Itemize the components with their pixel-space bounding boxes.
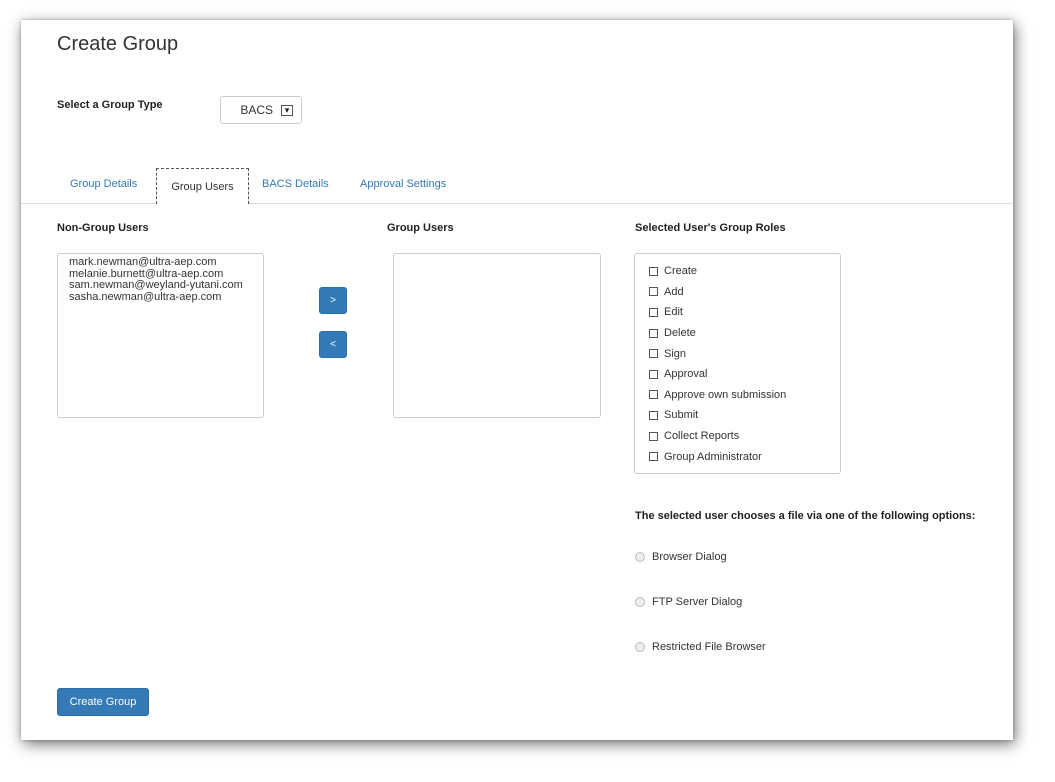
checkbox[interactable]: [649, 369, 658, 379]
group-users-list[interactable]: [393, 253, 601, 418]
group-roles-heading: Selected User's Group Roles: [635, 222, 786, 234]
group-users-heading: Group Users: [387, 222, 454, 234]
checkbox[interactable]: [649, 307, 658, 317]
role-label: Edit: [664, 306, 683, 319]
tab-bacs-details[interactable]: BACS Details: [262, 178, 329, 190]
role-submit[interactable]: Submit: [649, 405, 840, 426]
add-to-group-button[interactable]: >: [319, 287, 347, 314]
checkbox[interactable]: [649, 431, 658, 441]
list-item[interactable]: sasha.newman@ultra-aep.com: [69, 291, 263, 304]
tab-group-details[interactable]: Group Details: [70, 178, 137, 190]
role-add[interactable]: Add: [649, 282, 840, 303]
role-label: Approval: [664, 368, 708, 381]
non-group-users-heading: Non-Group Users: [57, 222, 149, 234]
remove-from-group-button[interactable]: <: [319, 331, 347, 358]
role-group-administrator[interactable]: Group Administrator: [649, 446, 840, 467]
radio-button[interactable]: [635, 552, 645, 562]
file-options-heading: The selected user chooses a file via one…: [635, 510, 976, 522]
list-item[interactable]: sam.newman@weyland-yutani.com: [69, 279, 263, 292]
checkbox[interactable]: [649, 452, 658, 462]
group-type-value: BACS: [240, 103, 273, 117]
chevron-down-icon[interactable]: ▾: [281, 104, 293, 116]
role-sign[interactable]: Sign: [649, 343, 840, 364]
option-label: Browser Dialog: [652, 551, 727, 563]
checkbox[interactable]: [649, 349, 658, 359]
role-create[interactable]: Create: [649, 261, 840, 282]
option-label: FTP Server Dialog: [652, 596, 743, 608]
option-label: Restricted File Browser: [652, 641, 766, 653]
list-item[interactable]: mark.newman@ultra-aep.com: [69, 256, 263, 269]
tab-approval-settings[interactable]: Approval Settings: [360, 178, 446, 190]
role-label: Sign: [664, 347, 687, 360]
checkbox[interactable]: [649, 410, 658, 420]
option-ftp-server-dialog[interactable]: FTP Server Dialog: [635, 596, 742, 608]
role-label: Create: [664, 265, 698, 278]
role-label: Submit: [664, 409, 699, 422]
role-label: Add: [664, 285, 684, 298]
radio-button[interactable]: [635, 597, 645, 607]
group-roles-list: Create Add Edit Delete Sign Approval App…: [634, 253, 841, 474]
checkbox[interactable]: [649, 390, 658, 400]
role-delete[interactable]: Delete: [649, 323, 840, 344]
page-title: Create Group: [57, 33, 179, 55]
role-label: Delete: [664, 327, 696, 340]
checkbox[interactable]: [649, 328, 658, 338]
tab-group-users[interactable]: Group Users: [156, 168, 249, 204]
create-group-button[interactable]: Create Group: [57, 688, 149, 716]
role-label: Group Administrator: [664, 450, 762, 463]
checkbox[interactable]: [649, 287, 658, 297]
role-approval[interactable]: Approval: [649, 364, 840, 385]
group-type-select[interactable]: BACS ▾: [220, 96, 302, 124]
role-approve-own-submission[interactable]: Approve own submission: [649, 385, 840, 406]
role-collect-reports[interactable]: Collect Reports: [649, 426, 840, 447]
option-restricted-file-browser[interactable]: Restricted File Browser: [635, 641, 766, 653]
checkbox[interactable]: [649, 266, 658, 276]
option-browser-dialog[interactable]: Browser Dialog: [635, 551, 727, 563]
role-edit[interactable]: Edit: [649, 302, 840, 323]
non-group-users-list[interactable]: mark.newman@ultra-aep.com melanie.burnet…: [57, 253, 264, 418]
role-label: Collect Reports: [664, 430, 740, 443]
radio-button[interactable]: [635, 642, 645, 652]
role-label: Approve own submission: [664, 388, 787, 401]
create-group-panel: Create Group Select a Group Type BACS ▾ …: [21, 20, 1013, 740]
group-type-label: Select a Group Type: [57, 99, 163, 111]
